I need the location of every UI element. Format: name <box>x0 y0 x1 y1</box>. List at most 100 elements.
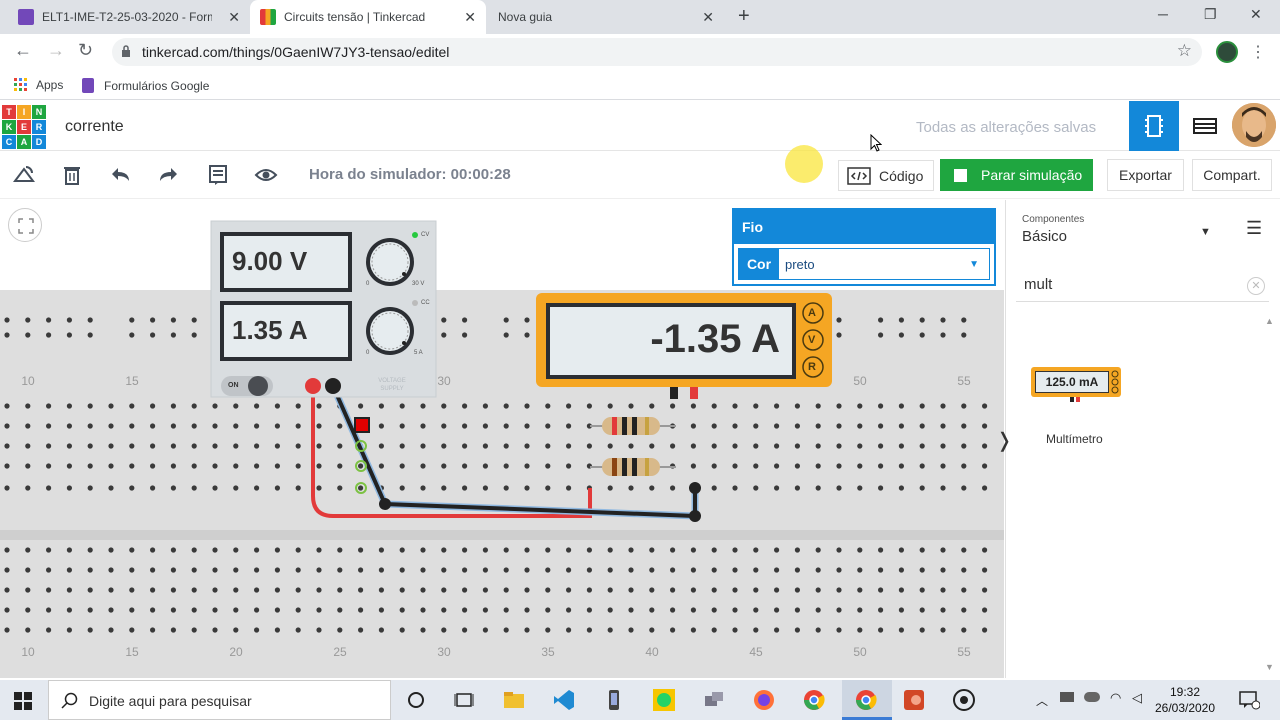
breadboard-hole[interactable] <box>46 547 52 553</box>
breadboard-hole[interactable] <box>150 443 156 449</box>
breadboard-hole[interactable] <box>566 423 572 429</box>
breadboard-hole[interactable] <box>462 485 468 491</box>
positive-terminal[interactable] <box>305 378 321 394</box>
breadboard-hole[interactable] <box>295 403 301 409</box>
breadboard-hole[interactable] <box>919 317 925 323</box>
breadboard-hole[interactable] <box>961 423 967 429</box>
breadboard-hole[interactable] <box>545 485 551 491</box>
breadboard-hole[interactable] <box>233 423 239 429</box>
breadboard-hole[interactable] <box>254 463 260 469</box>
breadboard-hole[interactable] <box>961 485 967 491</box>
breadboard-hole[interactable] <box>940 443 946 449</box>
breadboard-hole[interactable] <box>46 463 52 469</box>
breadboard-hole[interactable] <box>441 547 447 553</box>
breadboard-hole[interactable] <box>649 403 655 409</box>
breadboard-hole[interactable] <box>961 332 967 338</box>
breadboard-hole[interactable] <box>690 607 697 613</box>
breadboard-hole[interactable] <box>399 547 405 553</box>
firefox-icon[interactable] <box>752 688 776 712</box>
close-icon[interactable]: ✕ <box>464 9 476 26</box>
breadboard-hole[interactable] <box>836 317 842 323</box>
breadboard-hole[interactable] <box>66 627 72 633</box>
bookmark-google-forms[interactable]: Formulários Google <box>82 78 209 93</box>
chevron-down-icon[interactable]: ▼ <box>1200 226 1211 238</box>
negative-terminal[interactable] <box>325 378 341 394</box>
breadboard-hole[interactable] <box>441 332 447 338</box>
breadboard-hole[interactable] <box>607 403 613 409</box>
breadboard-hole[interactable] <box>25 607 31 613</box>
breadboard-hole[interactable] <box>295 443 301 449</box>
breadboard-hole[interactable] <box>961 403 967 409</box>
breadboard-hole[interactable] <box>628 607 634 613</box>
breadboard-hole[interactable] <box>254 485 260 491</box>
breadboard-hole[interactable] <box>982 547 988 553</box>
wire-color-select[interactable]: Cor preto ▼ <box>738 248 990 280</box>
breadboard-hole[interactable] <box>66 567 72 573</box>
breadboard-hole[interactable] <box>25 403 31 409</box>
breadboard-hole[interactable] <box>898 607 905 613</box>
breadboard-hole[interactable] <box>170 607 176 613</box>
breadboard-hole[interactable] <box>337 463 343 469</box>
breadboard-hole[interactable] <box>212 443 218 449</box>
breadboard-hole[interactable] <box>711 463 717 469</box>
breadboard-hole[interactable] <box>628 403 634 409</box>
breadboard-hole[interactable] <box>316 607 322 613</box>
multimeter-component-card[interactable]: 125.0 mA <box>1031 367 1121 402</box>
breadboard-hole[interactable] <box>441 317 447 323</box>
breadboard-hole[interactable] <box>545 443 551 449</box>
breadboard-hole[interactable] <box>982 403 988 409</box>
breadboard-hole[interactable] <box>108 485 114 491</box>
breadboard-hole[interactable] <box>4 627 10 633</box>
breadboard-hole[interactable] <box>898 547 905 553</box>
breadboard-hole[interactable] <box>732 423 738 429</box>
breadboard-hole[interactable] <box>108 567 114 573</box>
breadboard-hole[interactable] <box>503 547 509 553</box>
breadboard-hole[interactable] <box>815 567 821 573</box>
breadboard-hole[interactable] <box>940 423 946 429</box>
breadboard-hole[interactable] <box>836 567 842 573</box>
breadboard-hole[interactable] <box>878 587 884 593</box>
breadboard-hole[interactable] <box>4 317 10 323</box>
breadboard-hole[interactable] <box>233 627 239 633</box>
breadboard-hole[interactable] <box>295 567 301 573</box>
breadboard-hole[interactable] <box>25 332 31 338</box>
breadboard-hole[interactable] <box>940 607 946 613</box>
breadboard-hole[interactable] <box>940 332 946 338</box>
breadboard-hole[interactable] <box>295 463 301 469</box>
breadboard-hole[interactable] <box>108 443 114 449</box>
breadboard-hole[interactable] <box>150 485 156 491</box>
breadboard-hole[interactable] <box>46 587 52 593</box>
breadboard-hole[interactable] <box>66 317 72 323</box>
breadboard-hole[interactable] <box>46 607 52 613</box>
breadboard-hole[interactable] <box>753 567 759 573</box>
export-button[interactable]: Exportar <box>1107 159 1184 191</box>
breadboard-hole[interactable] <box>25 463 31 469</box>
rotate-icon[interactable] <box>12 163 36 187</box>
breadboard-hole[interactable] <box>462 317 468 323</box>
breadboard-hole[interactable] <box>857 463 863 469</box>
breadboard-hole[interactable] <box>690 587 697 593</box>
powerpoint-icon[interactable] <box>902 688 926 712</box>
breadboard-hole[interactable] <box>378 423 384 429</box>
breadboard-hole[interactable] <box>836 423 842 429</box>
breadboard-hole[interactable] <box>503 567 509 573</box>
collapse-panel-icon[interactable]: ❭ <box>996 428 1013 453</box>
breadboard-hole[interactable] <box>919 567 925 573</box>
breadboard-hole[interactable] <box>503 607 509 613</box>
breadboard-hole[interactable] <box>4 443 10 449</box>
breadboard-hole[interactable] <box>274 403 280 409</box>
breadboard-hole[interactable] <box>150 587 156 593</box>
breadboard-hole[interactable] <box>753 485 759 491</box>
breadboard-hole[interactable] <box>274 587 280 593</box>
breadboard-hole[interactable] <box>815 443 821 449</box>
kebab-menu-icon[interactable]: ⋮ <box>1250 42 1266 62</box>
volume-icon[interactable]: ◁ <box>1132 690 1142 706</box>
breadboard-hole[interactable] <box>836 485 842 491</box>
breadboard-hole[interactable] <box>212 627 218 633</box>
breadboard-hole[interactable] <box>607 485 613 491</box>
breadboard-hole[interactable] <box>212 587 218 593</box>
breadboard-hole[interactable] <box>191 627 197 633</box>
breadboard-hole[interactable] <box>670 607 676 613</box>
breadboard-hole[interactable] <box>150 627 156 633</box>
profile-avatar[interactable] <box>1216 41 1238 63</box>
